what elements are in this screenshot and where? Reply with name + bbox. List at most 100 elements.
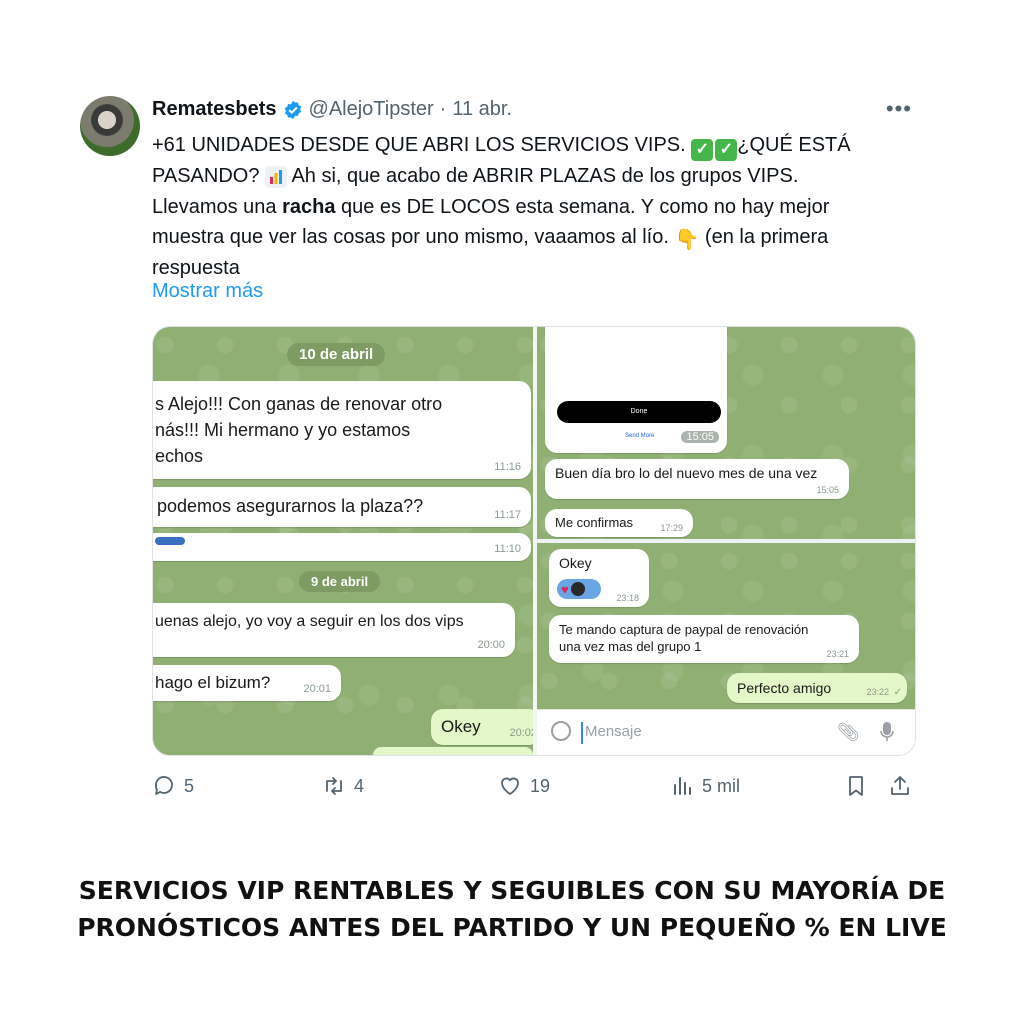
like-button[interactable]: 19 — [498, 774, 550, 798]
chat-message-line: s Alejo!!! Con ganas de renovar otro — [155, 394, 443, 414]
bookmark-icon — [849, 776, 863, 796]
tweet-text-line: Llevamos una — [152, 195, 283, 218]
tweet-actions: 5 4 19 5 mil — [152, 774, 942, 804]
chat-bubble-out: Okey 20:02 — [431, 709, 541, 745]
reaction-emoji-icon — [155, 537, 185, 545]
message-time: 20:00 — [477, 639, 505, 651]
pointing-down-emoji-icon: 👇 — [674, 229, 700, 251]
emoji-icon — [551, 721, 571, 741]
message-time: 17:29 — [660, 523, 683, 533]
tweet-text-line: que es DE LOCOS esta semana. Y como no h… — [335, 195, 830, 218]
tweet-text-line: Ah si, que acabo de ABRIR PLAZAS de los … — [287, 165, 799, 187]
chat-message: Buen día bro lo del nuevo mes de una vez — [555, 465, 818, 481]
more-horizontal-icon[interactable]: ••• — [886, 96, 912, 122]
microphone-icon — [880, 722, 894, 741]
chat-message-line: nás!!! Mi hermano y yo estamos — [155, 420, 411, 440]
chat-message: Perfecto amigo — [737, 680, 832, 696]
chat-bubble: Okey ♥ 23:18 — [549, 549, 649, 607]
share-button[interactable] — [888, 774, 912, 798]
chat-message: Me confirmas — [555, 515, 634, 530]
retweet-icon — [326, 777, 342, 795]
tweet-text-line: respuesta — [152, 256, 240, 279]
chat-bubble: Buen día bro lo del nuevo mes de una vez… — [545, 459, 849, 499]
display-name[interactable]: Rematesbets — [152, 98, 277, 121]
message-time: 11:16 — [494, 461, 521, 473]
tweet-date[interactable]: 11 abr. — [452, 98, 512, 121]
chat-bubble: podemos asegurarnos la plaza?? 11:17 — [153, 487, 531, 527]
message-input: Mensaje — [585, 723, 642, 740]
chat-pane-right-bottom: Okey ♥ 23:18 Te mando captura de paypal … — [537, 543, 915, 709]
avatar[interactable] — [80, 96, 140, 156]
done-label: Done — [630, 408, 648, 415]
chat-bubble: uenas alejo, yo voy a seguir en los dos … — [153, 603, 515, 657]
chat-message: uenas alejo, yo voy a seguir en los dos … — [155, 613, 464, 630]
reply-icon — [155, 776, 173, 795]
chat-bubble: 11:10 — [153, 533, 531, 561]
chat-bubble: Te mando captura de paypal de renovación… — [549, 615, 859, 663]
message-time: 11:17 — [494, 509, 521, 521]
date-chip: 9 de abril — [299, 571, 381, 592]
chat-pane-right-top: Done Send More 15:05 Buen día bro lo del… — [537, 327, 915, 539]
caption-line: SERVICIOS VIP RENTABLES Y SEGUIBLES CON … — [78, 876, 946, 905]
tweet-text-line: (en la primera — [699, 226, 829, 248]
message-time: 23:21 — [826, 649, 849, 659]
check-emoji-icon: ✓ — [715, 139, 738, 161]
tweet-text: +61 UNIDADES DESDE QUE ABRI LOS SERVICIO… — [152, 130, 922, 283]
heart-icon: ♥ — [561, 581, 569, 597]
chat-message: Okey — [441, 717, 481, 736]
message-time: 15:05 — [816, 485, 839, 495]
chat-bubble-out: Perfecto amigo 23:22 ✓ — [727, 673, 907, 703]
bookmark-button[interactable] — [844, 774, 868, 798]
chat-bubble: s Alejo!!! Con ganas de renovar otro nás… — [153, 381, 531, 479]
message-time: 20:01 — [303, 683, 331, 695]
avatar-small — [570, 582, 585, 596]
chat-bubble-partial — [373, 747, 533, 755]
chat-message-line: Te mando captura de paypal de renovación — [559, 622, 809, 637]
reply-button[interactable]: 5 — [152, 774, 194, 798]
tweet-text-bold: racha — [282, 195, 336, 218]
verified-badge-icon — [284, 100, 301, 119]
send-more-link: Send More — [625, 433, 655, 439]
retweet-button[interactable]: 4 — [322, 774, 364, 798]
message-time: 23:18 — [616, 593, 639, 603]
views-icon — [674, 777, 691, 795]
retweet-count: 4 — [354, 775, 365, 796]
caption-line: PRONÓSTICOS ANTES DEL PARTIDO Y UN PEQUE… — [77, 913, 947, 942]
reply-count: 5 — [184, 775, 195, 796]
check-emoji-icon: ✓ — [691, 139, 714, 161]
tweet-header: Rematesbets @AlejoTipster · 11 abr. — [152, 98, 512, 121]
date-chip: 10 de abril — [287, 343, 386, 366]
like-count: 19 — [530, 775, 551, 796]
chat-message-line: una vez mas del grupo 1 — [559, 639, 702, 654]
share-icon — [891, 776, 909, 795]
reaction-chip: ♥ — [557, 579, 601, 599]
bar-chart-emoji-icon — [265, 166, 287, 188]
image-bubble: Done Send More 15:05 — [545, 327, 727, 453]
tweet-media-image[interactable]: 10 de abril s Alejo!!! Con ganas de reno… — [152, 326, 916, 756]
chat-bubble: Me confirmas 17:29 — [545, 509, 693, 537]
message-input-bar: Mensaje 📎︎ — [537, 709, 915, 755]
tweet-text-line: PASANDO? — [152, 165, 265, 187]
chat-message: hago el bizum? — [155, 673, 271, 692]
heart-icon — [501, 777, 519, 795]
message-time: 11:10 — [494, 543, 521, 555]
chat-pane-left: 10 de abril s Alejo!!! Con ganas de reno… — [153, 327, 541, 755]
chat-message: Okey — [559, 555, 592, 571]
tweet-text-line: ¿QUÉ ESTÁ — [737, 134, 851, 156]
attach-icon: 📎︎ — [837, 722, 860, 742]
caption-text: SERVICIOS VIP RENTABLES Y SEGUIBLES CON … — [40, 872, 984, 946]
chat-bubble: hago el bizum? 20:01 — [153, 665, 341, 701]
text-cursor — [581, 722, 583, 744]
handle[interactable]: @AlejoTipster — [309, 98, 434, 121]
tweet-text-line: muestra que ver las cosas por uno mismo,… — [152, 226, 675, 248]
tweet-text-line: +61 UNIDADES DESDE QUE ABRI LOS SERVICIO… — [152, 134, 692, 156]
separator: · — [439, 98, 447, 120]
views-button[interactable]: 5 mil — [670, 774, 740, 798]
show-more-link[interactable]: Mostrar más — [152, 280, 263, 303]
chat-message-line: echos — [155, 446, 204, 466]
chat-message: podemos asegurarnos la plaza?? — [157, 496, 424, 516]
message-time: 15:05 — [681, 431, 719, 443]
read-check-icon: ✓ — [893, 687, 902, 698]
message-time: 23:22 — [866, 687, 889, 697]
views-count: 5 mil — [702, 775, 741, 796]
